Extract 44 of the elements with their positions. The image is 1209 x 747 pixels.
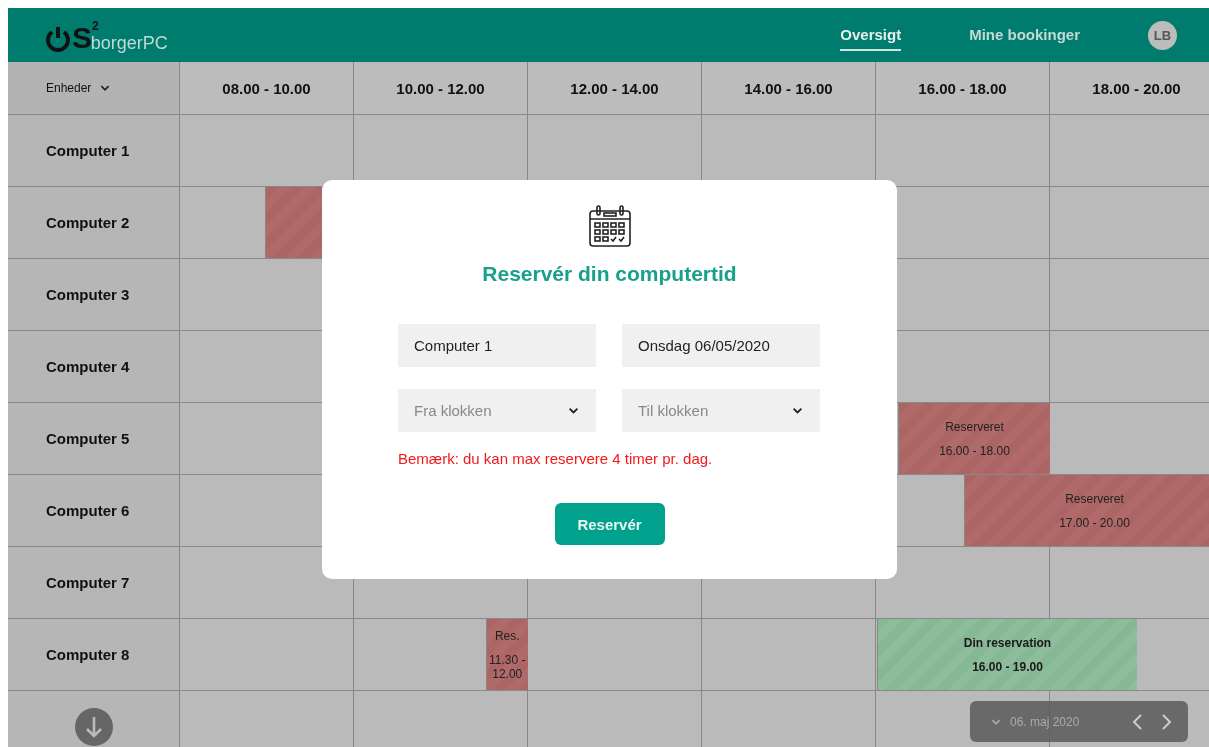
input-field[interactable]: Computer 1 [398, 324, 596, 367]
nav-tab[interactable]: Oversigt [840, 19, 902, 51]
logo-superscript: 2 [92, 19, 99, 33]
row-header: Computer 7 [46, 574, 130, 591]
row-header: Computer 6 [46, 502, 130, 519]
select-field[interactable]: Til klokken [622, 389, 820, 432]
calendar-icon [587, 204, 632, 248]
row-header: Computer 2 [46, 214, 130, 231]
user-avatar[interactable]: LB [1148, 20, 1177, 50]
reservation-label: Reserveret [945, 419, 1004, 434]
reservation-label: Din reservation [963, 635, 1052, 650]
input-field[interactable]: Onsdag 06/05/2020 [622, 324, 820, 367]
notice-text: Bemærk: du kan max reservere 4 timer pr. dag. [398, 450, 713, 467]
reservation-label: Res. [494, 628, 520, 643]
power-icon [44, 25, 72, 53]
reservation-block[interactable]: Reserveret 16.00 - 18.00 [898, 403, 1050, 474]
reservation-time: 16.00 - 19.00 [972, 659, 1043, 674]
column-header: 08.00 - 10.00 [222, 79, 311, 97]
column-header: 18.00 - 20.00 [1092, 79, 1181, 97]
reservation-time: 16.00 - 18.00 [939, 443, 1010, 458]
row-header: Computer 4 [46, 358, 130, 375]
row-header: Computer 3 [46, 286, 130, 303]
reservation-time: 11.30 - 12.00 [488, 652, 527, 681]
row-header: Computer 8 [46, 646, 130, 663]
row-header: Computer 1 [46, 142, 130, 159]
column-header: 16.00 - 18.00 [918, 79, 1007, 97]
column-header: 14.00 - 16.00 [744, 79, 833, 97]
modal-title: Reservér din computertid [482, 262, 737, 286]
reservation-block[interactable]: Reserveret 17.00 - 20.00 [964, 475, 1209, 546]
reservation-time: 17.00 - 20.00 [1059, 515, 1130, 530]
row-header: Computer 5 [46, 430, 130, 447]
logo-letter: S [72, 23, 92, 53]
column-header: 12.00 - 14.00 [570, 79, 659, 97]
nav-tab[interactable]: Mine bookinger [969, 19, 1080, 51]
select-field[interactable]: Fra klokken [398, 389, 596, 432]
date-dropdown[interactable]: 06. maj 2020 [990, 714, 1080, 729]
reserve-button[interactable]: Reservér [554, 503, 665, 545]
logo-name: borgerPC [90, 33, 168, 53]
column-header: 10.00 - 12.00 [396, 79, 485, 97]
reservation-label: Reserveret [1065, 491, 1124, 506]
unit-filter-dropdown[interactable]: Enheder [8, 62, 180, 115]
reservation-block[interactable]: Din reservation 16.00 - 19.00 [877, 619, 1137, 690]
scroll-down-icon[interactable] [73, 706, 114, 747]
reservation-block[interactable]: Res. 11.30 - 12.00 [485, 619, 528, 690]
